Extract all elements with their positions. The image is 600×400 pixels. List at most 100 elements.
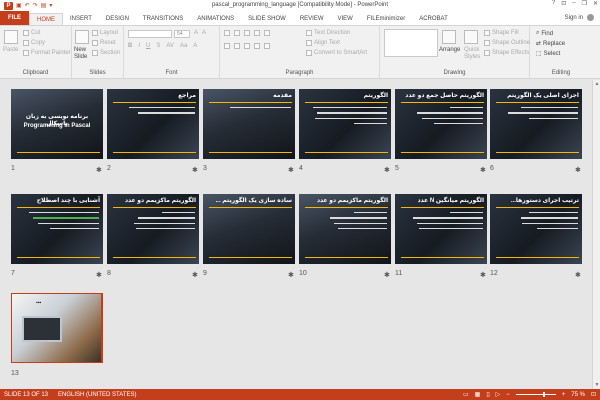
decrease-indent-icon[interactable] [244, 30, 250, 36]
slide-thumbnail-11[interactable]: الگوریتم میانگین N عدد [395, 194, 487, 264]
zoom-out-icon[interactable]: − [506, 392, 510, 398]
font-size-combo[interactable]: 54 [174, 30, 190, 38]
close-button[interactable]: ✕ [593, 0, 598, 7]
italic-icon[interactable]: I [138, 43, 140, 49]
transition-star-icon[interactable]: ✱ [96, 271, 102, 279]
find-button[interactable]: ⌕ Find [536, 30, 553, 37]
align-right-icon[interactable] [244, 43, 250, 49]
tab-design[interactable]: DESIGN [99, 13, 136, 25]
layout-icon [92, 30, 98, 36]
language-indicator[interactable]: ENGLISH (UNITED STATES) [58, 392, 136, 398]
shapes-gallery[interactable] [384, 29, 438, 57]
transition-star-icon[interactable]: ✱ [384, 271, 390, 279]
fit-to-window-icon[interactable]: ⊡ [591, 391, 596, 398]
tab-slide-show[interactable]: SLIDE SHOW [241, 13, 293, 25]
layout-button[interactable]: Layout [92, 30, 118, 36]
bullets-icon[interactable] [224, 30, 230, 36]
align-text-button[interactable]: Align Text [306, 40, 340, 46]
normal-view-icon[interactable]: ▭ [463, 391, 469, 398]
sign-in[interactable]: Sign in [565, 14, 594, 21]
slide-thumbnail-12[interactable]: ترتیب اجرای دستورها... [490, 194, 582, 264]
shrink-font-icon[interactable]: A [202, 30, 206, 36]
copy-button[interactable]: Copy [23, 40, 45, 46]
scroll-down-icon[interactable]: ▼ [594, 382, 600, 388]
new-slide-button[interactable]: New [74, 47, 86, 53]
select-button[interactable]: ⬚ Select [536, 50, 560, 58]
tab-file[interactable]: FILE [0, 11, 29, 25]
justify-icon[interactable] [254, 43, 260, 49]
tab-view[interactable]: VIEW [331, 13, 360, 25]
transition-star-icon[interactable]: ✱ [575, 271, 581, 279]
align-center-icon[interactable] [234, 43, 240, 49]
zoom-level[interactable]: 75 % [571, 392, 585, 398]
slide-thumbnail-10[interactable]: الگوریتم ماکزیمم دو عدد [299, 194, 391, 264]
transition-star-icon[interactable]: ✱ [288, 271, 294, 279]
slide-thumbnail-7[interactable]: آشنایی با چند اصطلاح [11, 194, 103, 264]
zoom-slider[interactable] [515, 392, 556, 397]
transition-star-icon[interactable]: ✱ [192, 166, 198, 174]
columns-icon[interactable] [264, 43, 270, 49]
zoom-in-icon[interactable]: + [562, 392, 566, 398]
tab-home[interactable]: HOME [29, 13, 63, 25]
font-name-combo[interactable] [128, 30, 172, 38]
change-case-icon[interactable]: Aa [180, 43, 187, 49]
transition-star-icon[interactable]: ✱ [384, 166, 390, 174]
numbering-icon[interactable] [234, 30, 240, 36]
slide-thumbnail-6[interactable]: اجزای اصلی یک الگوریتم [490, 89, 582, 159]
vertical-scrollbar[interactable]: ▲ ▼ [592, 80, 600, 389]
paste-button[interactable]: Paste [3, 47, 18, 53]
text-direction-button[interactable]: Text Direction [306, 30, 350, 36]
slide-thumbnail-4[interactable]: الگوریتم [299, 89, 391, 159]
help-button[interactable]: ? [552, 0, 555, 7]
scroll-up-icon[interactable]: ▲ [594, 81, 600, 87]
transition-star-icon[interactable]: ✱ [192, 271, 198, 279]
cut-button[interactable]: Cut [23, 30, 40, 36]
smartart-button[interactable]: Convert to SmartArt [306, 50, 367, 56]
slide-thumbnail-9[interactable]: ساده سازی یک الگوریتم ... [203, 194, 295, 264]
line-spacing-icon[interactable] [264, 30, 270, 36]
replace-button[interactable]: ⇄ Replace [536, 40, 565, 48]
slide-thumbnail-13[interactable]: ▪▪▪ [11, 293, 103, 363]
restore-button[interactable]: ❐ [582, 0, 587, 7]
reading-view-icon[interactable]: ▯ [486, 391, 489, 398]
transition-star-icon[interactable]: ✱ [575, 166, 581, 174]
bold-icon[interactable]: B [128, 43, 132, 49]
tab-animations[interactable]: ANIMATIONS [190, 13, 241, 25]
tab-acrobat[interactable]: ACROBAT [412, 13, 455, 25]
reset-icon [92, 40, 98, 46]
section-button[interactable]: Section [92, 50, 120, 56]
grow-font-icon[interactable]: A [194, 30, 198, 36]
arrange-button[interactable]: Arrange [439, 47, 460, 53]
powerpoint-window: P ▣ ↶ ↷ ▤ ▾ pascal_programming_language … [0, 0, 600, 400]
tab-review[interactable]: REVIEW [293, 13, 331, 25]
minimize-button[interactable]: – [572, 0, 575, 7]
shape-effects-button[interactable]: Shape Effects [484, 50, 529, 56]
slide-thumbnail-2[interactable]: مراجع [107, 89, 199, 159]
font-color-icon[interactable]: A [193, 43, 197, 49]
shape-outline-button[interactable]: Shape Outline [484, 40, 530, 46]
format-painter-button[interactable]: Format Painter [23, 50, 71, 56]
tab-transitions[interactable]: TRANSITIONS [136, 13, 190, 25]
tab-fileminimizer[interactable]: FILEminimizer [360, 13, 412, 25]
reset-button[interactable]: Reset [92, 40, 116, 46]
ribbon-display-icon[interactable]: ⊡ [561, 0, 566, 7]
font-group-label: Font [165, 70, 178, 76]
slide-thumbnail-1[interactable]: برنامه نویسی به زبان پاسکال Programming … [11, 89, 103, 159]
transition-star-icon[interactable]: ✱ [96, 166, 102, 174]
transition-star-icon[interactable]: ✱ [480, 271, 486, 279]
slide-thumbnail-3[interactable]: مقدمه [203, 89, 295, 159]
tab-insert[interactable]: INSERT [63, 13, 99, 25]
align-left-icon[interactable] [224, 43, 230, 49]
quick-styles-button[interactable]: Quick [464, 47, 479, 53]
transition-star-icon[interactable]: ✱ [480, 166, 486, 174]
slideshow-view-icon[interactable]: ▷ [496, 391, 501, 398]
slide-sorter-view-icon[interactable]: ▦ [475, 391, 481, 398]
slide-thumbnail-8[interactable]: الگوریتم ماکزیمم دو عدد [107, 194, 199, 264]
transition-star-icon[interactable]: ✱ [288, 166, 294, 174]
slide-thumbnail-5[interactable]: الگوریتم حاصل جمع دو عدد [395, 89, 487, 159]
shape-fill-button[interactable]: Shape Fill [484, 30, 519, 36]
increase-indent-icon[interactable] [254, 30, 260, 36]
strikethrough-icon[interactable]: S [156, 43, 160, 49]
underline-icon[interactable]: U [146, 43, 150, 49]
char-spacing-icon[interactable]: AV [166, 43, 174, 49]
